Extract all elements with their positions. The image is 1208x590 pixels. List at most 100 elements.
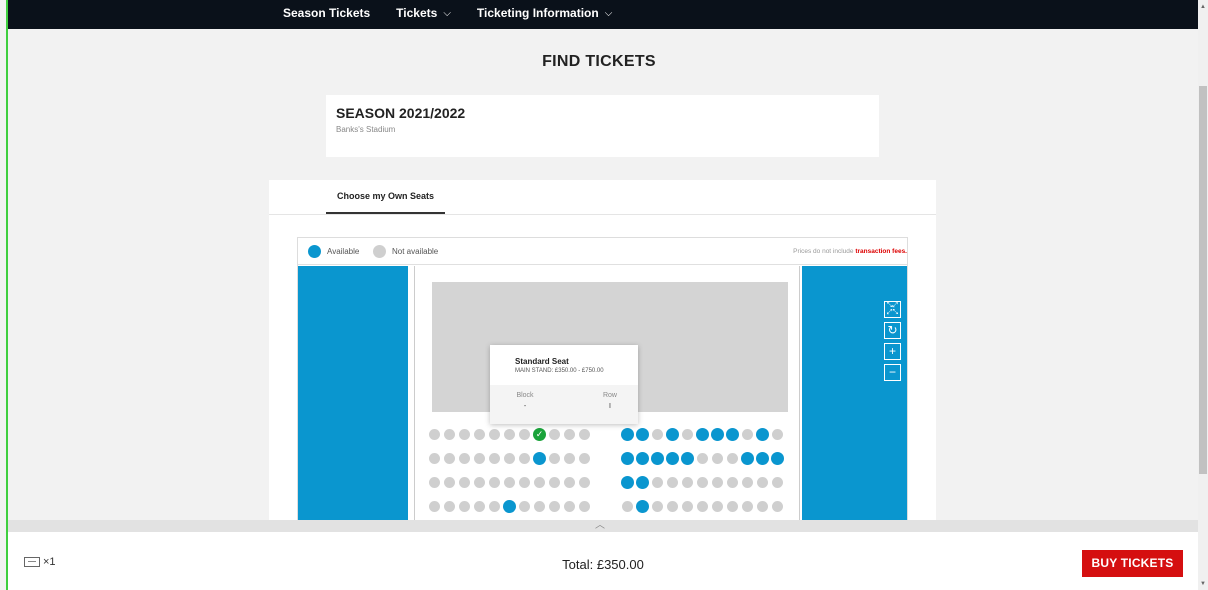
unavailable-seat <box>742 429 753 440</box>
unavailable-seat <box>697 501 708 512</box>
unavailable-seat <box>534 477 545 488</box>
unavailable-seat <box>757 501 768 512</box>
scroll-thumb[interactable] <box>1199 86 1207 474</box>
seat-legend: Available Not available Prices do not in… <box>298 238 907 265</box>
unavailable-seat <box>444 501 455 512</box>
unavailable-seat <box>667 477 678 488</box>
available-seat[interactable] <box>666 428 679 441</box>
legend-not-available: Not available <box>373 245 438 258</box>
available-seat[interactable] <box>681 452 694 465</box>
unavailable-seat <box>459 453 470 464</box>
unavailable-seat <box>564 453 575 464</box>
scroll-up-icon[interactable]: ▲ <box>1199 3 1207 11</box>
nav-tickets[interactable]: Tickets ⌵ <box>396 6 451 20</box>
unavailable-seat <box>429 453 440 464</box>
fullscreen-icon[interactable]: ⤡⤢ ⤢⤡ <box>884 301 901 318</box>
available-seat[interactable] <box>636 428 649 441</box>
available-seat[interactable] <box>533 452 546 465</box>
zoom-in-icon[interactable]: + <box>884 343 901 360</box>
tooltip-block: Block - <box>515 392 535 410</box>
available-seat[interactable] <box>651 452 664 465</box>
available-seat[interactable] <box>711 428 724 441</box>
unavailable-seat <box>682 477 693 488</box>
nav-label: Ticketing Information <box>476 6 599 20</box>
reset-icon[interactable]: ↻ <box>884 322 901 339</box>
available-seat[interactable] <box>741 452 754 465</box>
legend-label: Not available <box>392 247 439 256</box>
tooltip-row: Row I <box>600 392 620 410</box>
chevron-up-icon[interactable]: ︿ <box>595 520 605 532</box>
unavailable-seat <box>579 477 590 488</box>
unavailable-seat <box>579 453 590 464</box>
tooltip-row-label: Row <box>602 392 617 399</box>
unavailable-seat <box>489 477 500 488</box>
selected-seat[interactable]: ✓ <box>533 428 546 441</box>
unavailable-seat <box>742 477 753 488</box>
unavailable-seat <box>519 453 530 464</box>
available-seat[interactable] <box>621 428 634 441</box>
zoom-out-icon[interactable]: − <box>884 364 901 381</box>
unavailable-seat <box>474 453 485 464</box>
unavailable-seat <box>667 501 678 512</box>
unavailable-seat <box>549 453 560 464</box>
seat-tooltip: Standard Seat MAIN STAND: £350.00 - £750… <box>490 345 638 424</box>
divider <box>269 214 936 215</box>
buy-tickets-button[interactable]: BUY TICKETS <box>1082 550 1183 577</box>
expand-strip[interactable]: ︿ <box>8 520 1198 532</box>
unavailable-seat <box>549 501 560 512</box>
tooltip-block-value: - <box>523 403 527 410</box>
seat-map[interactable]: Available Not available Prices do not in… <box>297 237 908 525</box>
nav-label: Season Tickets <box>283 6 371 20</box>
nav-ticketing-information[interactable]: Ticketing Information ⌵ <box>477 6 612 20</box>
available-seat[interactable] <box>726 428 739 441</box>
legend-available: Available <box>308 245 359 258</box>
unavailable-seat <box>727 477 738 488</box>
scroll-down-icon[interactable]: ▼ <box>1199 580 1207 588</box>
available-seat[interactable] <box>696 428 709 441</box>
available-seat[interactable] <box>636 476 649 489</box>
unavailable-seat <box>519 501 530 512</box>
unavailable-seat <box>727 453 738 464</box>
unavailable-seat <box>742 501 753 512</box>
nav-season-tickets[interactable]: Season Tickets <box>283 6 370 20</box>
unavailable-seat <box>697 477 708 488</box>
available-seat[interactable] <box>621 452 634 465</box>
unavailable-seat <box>712 501 723 512</box>
available-seat[interactable] <box>636 452 649 465</box>
transaction-fees-link[interactable]: transaction fees. <box>855 248 907 255</box>
unavailable-seat <box>489 429 500 440</box>
available-seat[interactable] <box>756 452 769 465</box>
tooltip-title: Standard Seat <box>515 357 569 366</box>
available-seat[interactable] <box>771 452 784 465</box>
unavailable-seat <box>682 501 693 512</box>
available-seat[interactable] <box>621 476 634 489</box>
tooltip-details: Block - Row I <box>490 385 638 424</box>
unavailable-dot-icon <box>373 245 386 258</box>
available-seat[interactable] <box>666 452 679 465</box>
unavailable-seat <box>474 501 485 512</box>
price-note: Prices do not include transaction fees. <box>793 248 907 255</box>
top-navigation: Season Tickets Tickets ⌵ Ticketing Inform… <box>8 0 1198 29</box>
available-seat[interactable] <box>503 500 516 513</box>
unavailable-seat <box>459 477 470 488</box>
available-seat[interactable] <box>756 428 769 441</box>
unavailable-seat <box>564 477 575 488</box>
available-seat[interactable] <box>636 500 649 513</box>
unavailable-seat <box>549 429 560 440</box>
unavailable-seat <box>534 501 545 512</box>
map-controls: ⤡⤢ ⤢⤡ ↻ + − <box>884 301 901 381</box>
chevron-down-icon: ⌵ <box>604 7 613 19</box>
unavailable-seat <box>429 501 440 512</box>
tab-choose-my-own-seats[interactable]: Choose my Own Seats <box>326 190 445 214</box>
stand-left[interactable] <box>298 266 408 524</box>
unavailable-seat <box>772 429 783 440</box>
unavailable-seat <box>579 501 590 512</box>
price-note-text: Prices do not include <box>793 248 856 255</box>
unavailable-seat <box>474 429 485 440</box>
season-card: SEASON 2021/2022 Banks's Stadium <box>326 95 879 157</box>
unavailable-seat <box>504 477 515 488</box>
page-scrollbar[interactable]: ▲ ▼ <box>1198 0 1208 590</box>
unavailable-seat <box>564 501 575 512</box>
unavailable-seat <box>652 429 663 440</box>
unavailable-seat <box>444 429 455 440</box>
